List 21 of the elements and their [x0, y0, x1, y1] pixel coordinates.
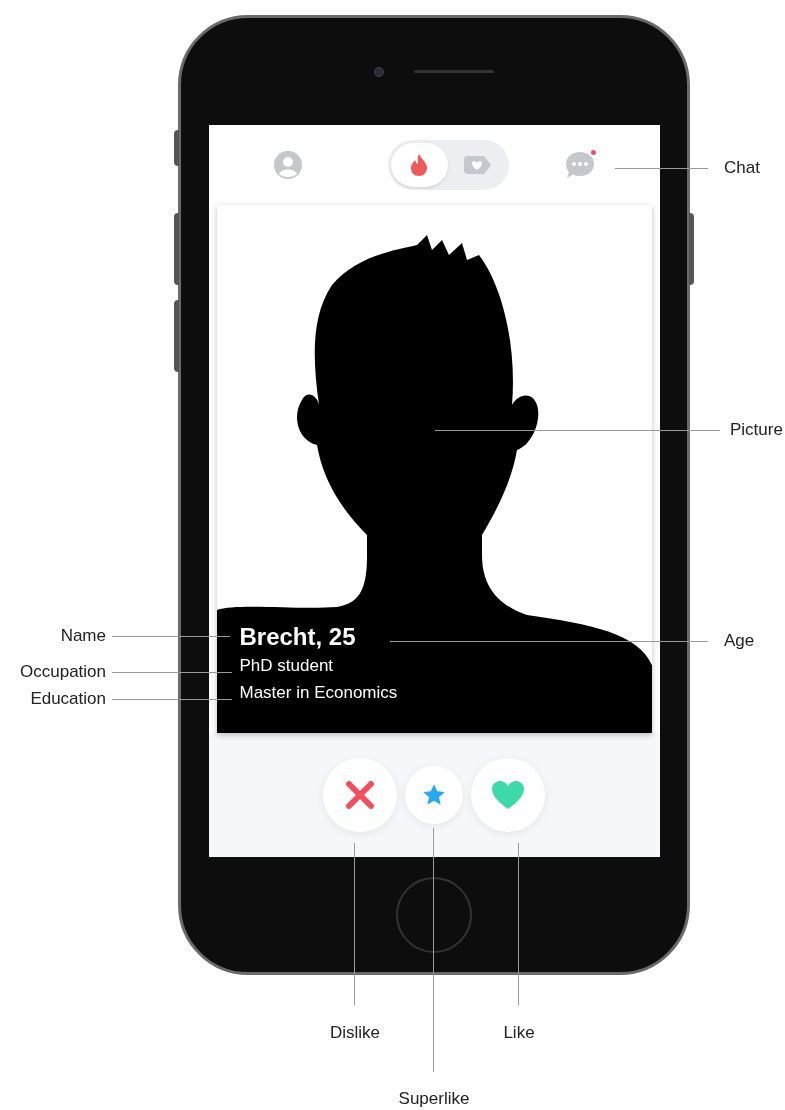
annotation-label: Name	[60, 627, 106, 644]
heart-tag-icon	[461, 153, 492, 177]
annotation-label: Picture	[730, 421, 783, 438]
annotation-label: Dislike	[329, 1024, 381, 1041]
annotation-label: Superlike	[398, 1090, 470, 1107]
close-icon	[345, 780, 375, 810]
heart-icon	[491, 780, 525, 810]
profile-icon	[272, 150, 303, 180]
annotation-label: Like	[503, 1024, 535, 1041]
annotation-label: Chat	[724, 159, 760, 176]
annotation-label: Age	[724, 632, 755, 649]
profile-occupation: PhD student	[239, 655, 335, 677]
flame-icon	[409, 153, 430, 177]
annotation-label: Education	[30, 690, 106, 707]
chat-icon	[563, 150, 596, 180]
annotation-label: Occupation	[20, 663, 106, 680]
star-icon	[421, 782, 447, 808]
tab[interactable]	[390, 143, 448, 187]
profile-education: Master in Economics	[239, 682, 398, 704]
camera-icon	[374, 66, 384, 77]
profile-name-age: Brecht, 25	[239, 622, 357, 652]
